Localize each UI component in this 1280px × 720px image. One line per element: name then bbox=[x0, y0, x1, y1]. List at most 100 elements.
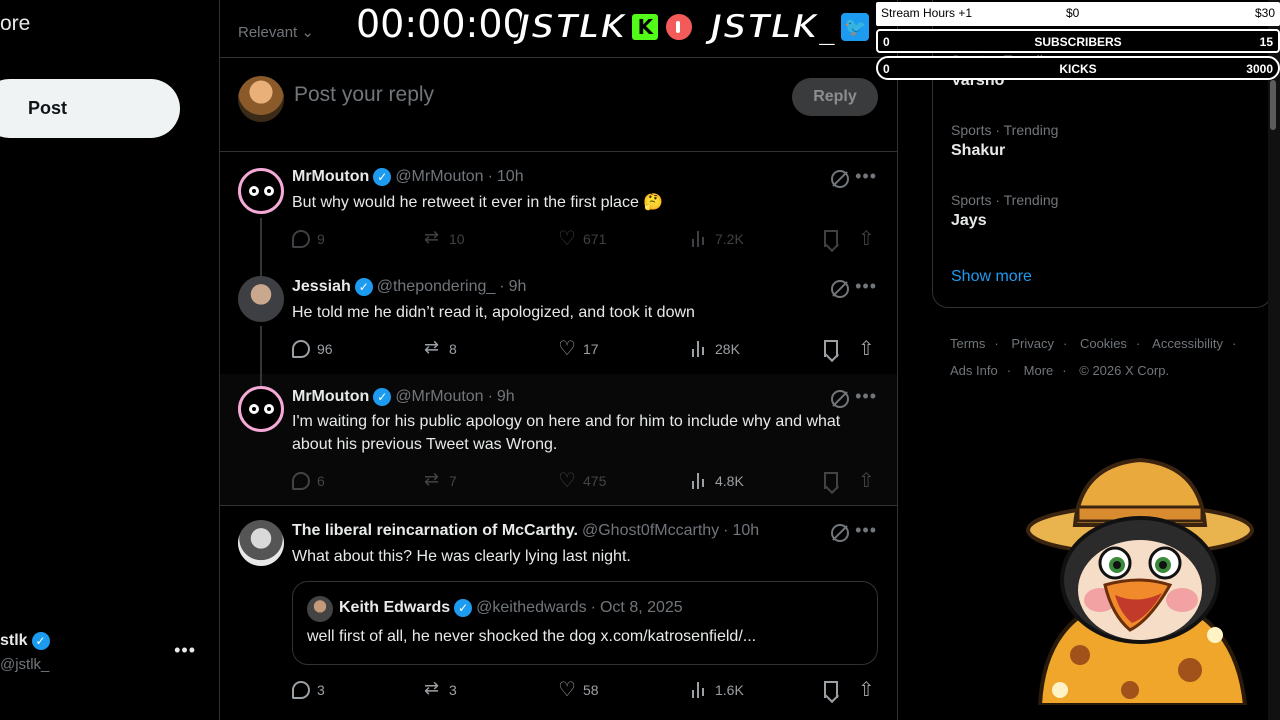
author-handle[interactable]: @Ghost0fMccarthy bbox=[582, 522, 719, 540]
repost-action[interactable]: 7 bbox=[424, 469, 457, 490]
heart-icon bbox=[558, 336, 576, 361]
views-icon bbox=[690, 681, 708, 699]
repost-icon bbox=[424, 337, 442, 358]
bookmark-icon bbox=[824, 340, 838, 357]
stream-timer: 00:00:00 bbox=[356, 2, 527, 46]
author-handle[interactable]: @MrMouton bbox=[395, 168, 483, 186]
author-name[interactable]: The liberal reincarnation of McCarthy. bbox=[292, 522, 578, 540]
author-name[interactable]: MrMouton bbox=[292, 388, 369, 406]
author-name[interactable]: MrMouton bbox=[292, 168, 369, 186]
views-action[interactable]: 7.2K bbox=[690, 230, 744, 248]
quoted-tweet[interactable]: Keith Edwards ✓ @keithedwards · Oct 8, 2… bbox=[292, 581, 878, 665]
share-action[interactable] bbox=[858, 468, 876, 493]
footer-privacy[interactable]: Privacy bbox=[1011, 336, 1054, 351]
verified-badge-icon: ✓ bbox=[354, 278, 373, 296]
tweet-text: I'm waiting for his public apology on he… bbox=[292, 413, 841, 453]
reply-input[interactable] bbox=[294, 83, 774, 107]
account-switcher[interactable]: stlk ✓ @jstlk_ ••• bbox=[0, 630, 210, 676]
grok-icon[interactable] bbox=[831, 280, 849, 298]
record-icon bbox=[664, 12, 695, 42]
footer-terms[interactable]: Terms bbox=[950, 336, 985, 351]
grok-icon[interactable] bbox=[831, 170, 849, 188]
tweet-actions: 9 10 671 7.2K bbox=[292, 226, 878, 251]
reply-action[interactable]: 96 bbox=[292, 340, 333, 358]
views-action[interactable]: 4.8K bbox=[690, 472, 744, 490]
share-action[interactable] bbox=[858, 226, 876, 251]
tweet-actions: 3 3 58 1.6K bbox=[292, 677, 878, 702]
show-more-link[interactable]: Show more bbox=[951, 268, 1032, 286]
grok-icon[interactable] bbox=[831, 524, 849, 542]
like-action[interactable]: 671 bbox=[558, 226, 606, 251]
reply-action[interactable]: 6 bbox=[292, 472, 325, 490]
views-icon bbox=[690, 472, 708, 490]
thread-line bbox=[260, 264, 262, 276]
share-icon bbox=[858, 677, 876, 702]
nav-more-label[interactable]: ore bbox=[0, 12, 30, 36]
share-action[interactable] bbox=[858, 336, 876, 361]
reply-icon bbox=[292, 340, 310, 358]
ellipsis-icon[interactable]: ••• bbox=[855, 386, 877, 407]
reply-button[interactable]: Reply bbox=[792, 78, 878, 116]
tweet[interactable]: MrMouton ✓ @MrMouton · 9h ••• I'm waitin… bbox=[220, 374, 897, 506]
repost-action[interactable]: 3 bbox=[424, 678, 457, 699]
reply-icon bbox=[292, 472, 310, 490]
thread-line bbox=[260, 218, 262, 264]
timestamp[interactable]: 10h bbox=[732, 522, 759, 540]
repost-action[interactable]: 10 bbox=[424, 227, 465, 248]
timestamp[interactable]: 9h bbox=[497, 388, 515, 406]
like-action[interactable]: 17 bbox=[558, 336, 599, 361]
ellipsis-icon[interactable]: ••• bbox=[174, 640, 196, 661]
ellipsis-icon[interactable]: ••• bbox=[855, 166, 877, 187]
reply-action[interactable]: 3 bbox=[292, 681, 325, 699]
bookmark-icon bbox=[824, 681, 838, 698]
left-nav: ore Post stlk ✓ @jstlk_ ••• bbox=[0, 0, 220, 720]
post-button[interactable]: Post bbox=[0, 79, 180, 138]
tweet-actions: 96 8 17 28K bbox=[292, 336, 878, 361]
ellipsis-icon[interactable]: ••• bbox=[855, 520, 877, 541]
tweet[interactable]: The liberal reincarnation of McCarthy. @… bbox=[220, 507, 897, 720]
tweet[interactable]: Jessiah ✓ @thepondering_ · 9h ••• He tol… bbox=[220, 264, 897, 374]
avatar[interactable] bbox=[238, 168, 284, 214]
account-handle: @jstlk_ bbox=[0, 656, 50, 673]
kick-logo: JSTLK K bbox=[517, 6, 695, 48]
author-name[interactable]: Jessiah bbox=[292, 278, 351, 296]
bird-icon: 🐦 bbox=[839, 11, 872, 43]
share-action[interactable] bbox=[858, 677, 876, 702]
timestamp[interactable]: 9h bbox=[509, 278, 527, 296]
bookmark-action[interactable] bbox=[824, 681, 838, 698]
like-action[interactable]: 58 bbox=[558, 677, 599, 702]
goal-subscribers: 0 SUBSCRIBERS 15 bbox=[876, 29, 1280, 53]
trend-item[interactable]: Sports · Trending Shakur bbox=[951, 122, 1058, 160]
avatar[interactable] bbox=[238, 276, 284, 322]
quote-text: well first of all, he never shocked the … bbox=[307, 628, 757, 645]
ellipsis-icon[interactable]: ••• bbox=[855, 276, 877, 297]
sort-dropdown[interactable]: Relevant ⌄ bbox=[238, 23, 314, 41]
reply-action[interactable]: 9 bbox=[292, 230, 325, 248]
timestamp[interactable]: 10h bbox=[497, 168, 524, 186]
footer-ads[interactable]: Ads Info bbox=[950, 363, 998, 378]
footer-more[interactable]: More bbox=[1024, 363, 1054, 378]
author-handle[interactable]: @MrMouton bbox=[395, 388, 483, 406]
scrollbar-thumb[interactable] bbox=[1270, 80, 1276, 130]
footer-cookies[interactable]: Cookies bbox=[1080, 336, 1127, 351]
views-action[interactable]: 28K bbox=[690, 340, 740, 358]
footer-accessibility[interactable]: Accessibility bbox=[1152, 336, 1223, 351]
like-action[interactable]: 475 bbox=[558, 468, 606, 493]
tweet-header: MrMouton ✓ @MrMouton · 9h bbox=[292, 388, 515, 406]
avatar bbox=[238, 76, 284, 122]
views-action[interactable]: 1.6K bbox=[690, 681, 744, 699]
repost-icon bbox=[424, 469, 442, 490]
author-handle[interactable]: @thepondering_ bbox=[377, 278, 496, 296]
bookmark-action[interactable] bbox=[824, 472, 838, 489]
bookmark-action[interactable] bbox=[824, 340, 838, 357]
tweet[interactable]: MrMouton ✓ @MrMouton · 10h ••• But why w… bbox=[220, 154, 897, 264]
trend-item[interactable]: Sports · Trending Jays bbox=[951, 192, 1058, 230]
avatar[interactable] bbox=[238, 386, 284, 432]
verified-badge-icon: ✓ bbox=[373, 168, 392, 186]
share-icon bbox=[858, 336, 876, 361]
bookmark-action[interactable] bbox=[824, 230, 838, 247]
grok-icon[interactable] bbox=[831, 390, 849, 408]
repost-action[interactable]: 8 bbox=[424, 337, 457, 358]
footer-copyright: © 2026 X Corp. bbox=[1079, 363, 1170, 378]
avatar[interactable] bbox=[238, 520, 284, 566]
